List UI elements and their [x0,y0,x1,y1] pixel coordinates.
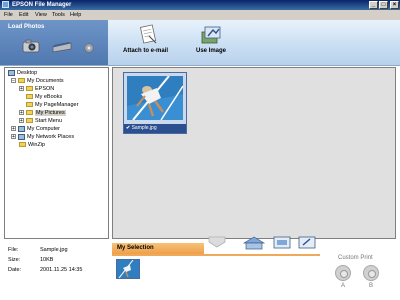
custom-print-a-button[interactable] [335,265,351,281]
menu-bar: File Edit View Tools Help [0,10,400,20]
maximize-button[interactable]: □ [379,1,388,9]
expand-icon[interactable]: + [19,118,24,124]
window-title: EPSON File Manager [12,2,72,8]
load-photos-panel: Load Photos [0,20,108,65]
toolbar: Load Photos Attach to e-mail Use Image [0,20,400,66]
thumbnail-sample[interactable]: ✔ Sample.jpg [123,72,187,134]
my-selection-area[interactable] [112,256,320,296]
custom-print-a-label: A [341,283,346,289]
edit-icon[interactable] [298,236,316,249]
size-label: Size: [8,257,21,263]
folder-icon [26,86,33,92]
tree-item-my-pagemanager[interactable]: My PageManager [26,101,78,109]
thumbnail-browser[interactable]: ✔ Sample.jpg [112,67,396,239]
tree-item-my-computer[interactable]: + My Computer [11,125,60,133]
menu-edit[interactable]: Edit [19,12,28,18]
folder-open-icon [26,110,33,116]
folder-icon [19,142,26,148]
collapse-icon[interactable]: − [11,78,16,84]
title-bar: EPSON File Manager _ □ × [0,0,400,10]
custom-print-panel: Custom Print A B [320,254,398,298]
attach-email-button[interactable]: Attach to e-mail [123,48,168,54]
minimize-button[interactable]: _ [369,1,378,9]
menu-help[interactable]: Help [70,12,81,18]
custom-print-label: Custom Print [338,255,373,261]
stamp-icon[interactable] [207,235,227,249]
expand-icon[interactable]: + [11,134,16,140]
folder-tree[interactable]: Desktop − My Documents + EPSON My eBooks M… [4,67,109,239]
layout-icon[interactable] [273,236,291,249]
expand-icon[interactable]: + [11,126,16,132]
tree-item-my-pictures[interactable]: + My Pictures [19,109,66,117]
folder-icon [26,102,33,108]
thumbnail-caption: ✔ Sample.jpg [124,124,186,133]
folder-open-icon [18,78,25,84]
use-image-icon[interactable] [200,24,222,46]
disc-icon[interactable] [84,43,94,53]
tree-item-my-network-places[interactable]: + My Network Places [11,133,74,141]
house-print-icon[interactable] [243,236,265,250]
menu-file[interactable]: File [4,12,13,18]
tree-item-start-menu[interactable]: + Start Menu [19,117,62,125]
load-photos-label: Load Photos [8,24,45,30]
file-value: Sample.jpg [40,247,68,253]
folder-icon [26,118,33,124]
camera-icon[interactable] [22,39,40,53]
expand-icon[interactable]: + [19,86,24,92]
custom-print-b-button[interactable] [363,265,379,281]
tree-item-my-documents[interactable]: − My Documents [11,77,64,85]
expand-icon[interactable]: + [19,110,24,116]
file-label: File: [8,247,19,253]
file-info-panel: File: Sample.jpg Size: 10KB Date: 2001.1… [4,242,109,298]
tree-item-desktop[interactable]: Desktop [8,69,37,77]
scanner-icon[interactable] [52,41,72,53]
menu-tools[interactable]: Tools [52,12,65,18]
date-value: 2001.11.25 14:35 [40,267,83,273]
my-selection-tab[interactable]: My Selection [112,243,204,254]
app-icon [2,1,9,8]
close-button[interactable]: × [390,1,399,9]
use-image-button[interactable]: Use Image [196,48,226,54]
size-value: 10KB [40,257,54,263]
menu-view[interactable]: View [35,12,47,18]
attach-email-icon[interactable] [140,24,158,46]
checkmark-icon[interactable]: ✔ [126,125,130,131]
desktop-icon [8,69,15,76]
folder-icon [26,94,33,100]
custom-print-b-label: B [369,283,374,289]
photo-thumbnail [127,76,183,120]
tree-item-winzip[interactable]: WinZip [19,141,45,149]
tree-item-epson[interactable]: + EPSON [19,85,54,93]
computer-icon [18,125,25,132]
tree-item-my-ebooks[interactable]: My eBooks [26,93,62,101]
network-icon [18,133,25,140]
date-label: Date: [8,267,22,273]
selected-thumbnail[interactable] [116,259,140,279]
